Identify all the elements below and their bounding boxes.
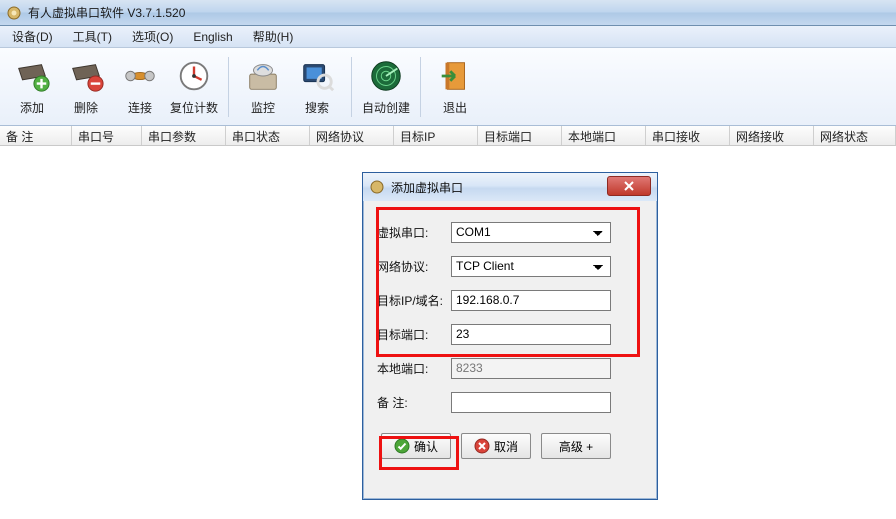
cancel-label: 取消	[494, 438, 518, 455]
window-title: 有人虚拟串口软件 V3.7.1.520	[28, 4, 185, 21]
column-headers: 备 注串口号串口参数串口状态网络协议目标IP目标端口本地端口串口接收网络接收网络…	[0, 126, 896, 146]
label-target-port: 目标端口:	[377, 326, 451, 343]
window-titlebar: 有人虚拟串口软件 V3.7.1.520	[0, 0, 896, 26]
column-header[interactable]: 网络接收	[730, 126, 814, 145]
toolbar-autocreate-button[interactable]: 自动创建	[360, 53, 412, 121]
toolbar-separator	[351, 57, 352, 117]
column-header[interactable]: 备 注	[0, 126, 72, 145]
toolbar-monitor-button[interactable]: 监控	[237, 53, 289, 121]
protocol-select[interactable]: TCP Client	[451, 256, 611, 277]
virtual-port-select[interactable]: COM1	[451, 222, 611, 243]
target-ip-input[interactable]	[451, 290, 611, 311]
delete-port-icon	[67, 57, 105, 95]
toolbar-search-button[interactable]: 搜索	[291, 53, 343, 121]
toolbar-reset-label: 复位计数	[170, 99, 218, 116]
reset-counter-icon	[175, 57, 213, 95]
radar-icon	[367, 57, 405, 95]
menu-options[interactable]: 选项(O)	[124, 26, 181, 47]
label-target-ip: 目标IP/域名:	[377, 292, 451, 309]
advanced-button[interactable]: 高级 +	[541, 433, 611, 459]
cancel-button[interactable]: 取消	[461, 433, 531, 459]
label-remark: 备 注:	[377, 394, 451, 411]
column-header[interactable]: 网络协议	[310, 126, 394, 145]
toolbar-add-button[interactable]: 添加	[6, 53, 58, 121]
app-icon	[6, 5, 22, 21]
menu-tools[interactable]: 工具(T)	[65, 26, 120, 47]
toolbar-monitor-label: 监控	[251, 99, 275, 116]
menu-english[interactable]: English	[185, 28, 240, 46]
advanced-label: 高级 +	[559, 438, 593, 455]
connect-icon	[121, 57, 159, 95]
dialog-icon	[369, 179, 385, 195]
column-header[interactable]: 目标端口	[478, 126, 562, 145]
dialog-close-button[interactable]	[607, 176, 651, 196]
label-protocol: 网络协议:	[377, 258, 451, 275]
toolbar-search-label: 搜索	[305, 99, 329, 116]
search-icon	[298, 57, 336, 95]
column-header[interactable]: 串口参数	[142, 126, 226, 145]
add-virtual-port-dialog: 添加虚拟串口 虚拟串口: COM1 网络协议: TCP Client 目标IP/…	[362, 172, 658, 500]
label-virtual-port: 虚拟串口:	[377, 224, 451, 241]
toolbar-reset-button[interactable]: 复位计数	[168, 53, 220, 121]
add-port-icon	[13, 57, 51, 95]
local-port-input	[451, 358, 611, 379]
toolbar-add-label: 添加	[20, 99, 44, 116]
monitor-icon	[244, 57, 282, 95]
label-local-port: 本地端口:	[377, 360, 451, 377]
column-header[interactable]: 串口状态	[226, 126, 310, 145]
toolbar-separator	[228, 57, 229, 117]
menu-help[interactable]: 帮助(H)	[245, 26, 302, 47]
toolbar-autocreate-label: 自动创建	[362, 99, 410, 116]
column-header[interactable]: 目标IP	[394, 126, 478, 145]
toolbar-exit-label: 退出	[443, 99, 467, 116]
exit-icon	[436, 57, 474, 95]
column-header[interactable]: 串口号	[72, 126, 142, 145]
dialog-titlebar: 添加虚拟串口	[363, 173, 657, 201]
dialog-title: 添加虚拟串口	[391, 179, 463, 196]
column-header[interactable]: 本地端口	[562, 126, 646, 145]
toolbar-connect-button[interactable]: 连接	[114, 53, 166, 121]
toolbar-separator	[420, 57, 421, 117]
menu-device[interactable]: 设备(D)	[4, 26, 61, 47]
remark-input[interactable]	[451, 392, 611, 413]
cancel-icon	[474, 438, 490, 454]
column-header[interactable]: 串口接收	[646, 126, 730, 145]
ok-label: 确认	[414, 438, 438, 455]
toolbar-connect-label: 连接	[128, 99, 152, 116]
toolbar-delete-label: 删除	[74, 99, 98, 116]
toolbar: 添加 删除 连接 复位计数 监控	[0, 48, 896, 126]
toolbar-delete-button[interactable]: 删除	[60, 53, 112, 121]
column-header[interactable]: 网络状态	[814, 126, 896, 145]
toolbar-exit-button[interactable]: 退出	[429, 53, 481, 121]
ok-button[interactable]: 确认	[381, 433, 451, 459]
menubar: 设备(D) 工具(T) 选项(O) English 帮助(H)	[0, 26, 896, 48]
target-port-input[interactable]	[451, 324, 611, 345]
check-icon	[394, 438, 410, 454]
